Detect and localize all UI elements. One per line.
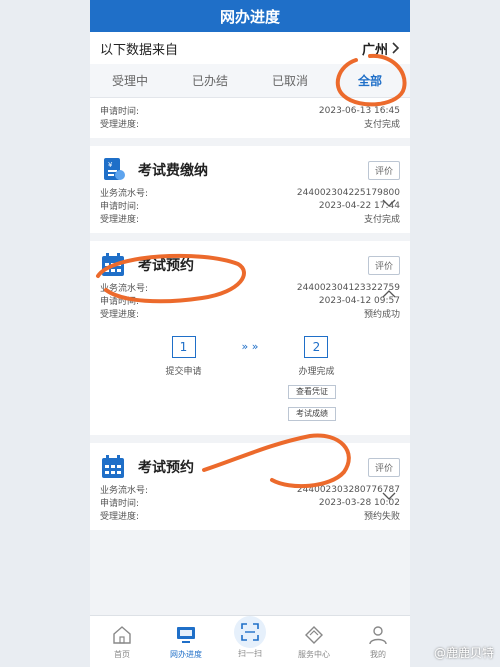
chevron-down-icon[interactable] [382, 198, 396, 208]
serial-row: 业务流水号: 244002304225179800 [100, 186, 400, 200]
rate-button[interactable]: 评价 [367, 255, 400, 275]
progress-row: 受理进度: 支付完成 [100, 212, 400, 225]
card-title: 考试预约 [138, 258, 194, 274]
row-key: 受理进度: [100, 120, 140, 130]
row-key: 业务流水号: [100, 284, 149, 294]
calendar-icon [102, 253, 124, 276]
data-source-bar[interactable]: 以下数据来自 广州 [90, 32, 410, 64]
step-submit: 1 提交申请 [166, 336, 202, 377]
progress-row: 受理进度: 预约失败 [100, 509, 400, 522]
step-done: 2 办理完成 [298, 336, 335, 377]
app-screen: 网办进度 以下数据来自 广州 受理中 已办结 已取消 全部 申请时间: 2023… [90, 0, 410, 667]
chevron-down-icon[interactable] [382, 491, 396, 501]
card-title: 考试预约 [138, 460, 194, 476]
apply-time-row: 申请时间: 2023-06-13 16:45 [100, 104, 400, 118]
row-key: 申请时间: [100, 297, 140, 307]
tab-all[interactable]: 全部 [330, 72, 410, 89]
city-selector[interactable]: 广州 [362, 39, 400, 58]
view-certificate-button[interactable]: 查看凭证 [288, 385, 336, 399]
chevron-up-icon[interactable] [382, 289, 396, 299]
row-value: 支付完成 [363, 120, 400, 130]
nav-label: 首页 [114, 649, 130, 659]
user-icon [369, 625, 387, 644]
row-key: 受理进度: [100, 215, 140, 225]
nav-label: 我的 [370, 649, 386, 659]
nav-mine[interactable]: 我的 [346, 624, 410, 660]
record-card-fee[interactable]: ¥ 考试费缴纳 评价 业务流水号: 244002304225179800 申请时… [90, 146, 410, 233]
apply-time-row: 申请时间: 2023-04-22 17:44 [100, 199, 400, 213]
monitor-icon [177, 626, 195, 643]
row-value: 预约失败 [363, 512, 400, 522]
step-number: 2 [304, 336, 329, 358]
tab-cancelled[interactable]: 已取消 [250, 72, 330, 89]
row-value: 244002304225179800 [296, 187, 400, 198]
serial-row: 业务流水号: 244002303280776787 [100, 483, 400, 497]
step-label: 办理完成 [298, 367, 335, 377]
row-value: 预约成功 [363, 310, 400, 320]
nav-service[interactable]: 服务中心 [282, 624, 346, 660]
page-title: 网办进度 [219, 7, 280, 26]
step-number: 1 [171, 336, 196, 358]
row-key: 受理进度: [100, 512, 140, 522]
nav-label: 扫一扫 [238, 649, 262, 658]
row-key: 申请时间: [100, 107, 140, 117]
row-value: 支付完成 [363, 215, 400, 225]
calendar-icon [102, 455, 124, 478]
apply-time-row: 申请时间: 2023-04-12 09:57 [100, 294, 400, 308]
city-name: 广州 [361, 42, 388, 58]
card-title: 考试费缴纳 [138, 163, 208, 179]
apply-time-row: 申请时间: 2023-03-28 10:02 [100, 496, 400, 510]
row-key: 受理进度: [100, 310, 140, 320]
step-label: 提交申请 [165, 367, 202, 377]
nav-label: 服务中心 [298, 649, 330, 659]
tab-completed[interactable]: 已办结 [170, 72, 250, 89]
progress-row: 受理进度: 支付完成 [100, 117, 400, 130]
bottom-nav: 首页 网办进度 扫一扫 服务中心 我的 [90, 615, 410, 667]
service-icon [305, 625, 323, 644]
top-bar: 网办进度 [90, 0, 410, 32]
rate-button[interactable]: 评价 [367, 457, 400, 477]
tab-processing[interactable]: 受理中 [90, 72, 170, 89]
rate-button[interactable]: 评价 [367, 160, 400, 180]
svg-text:¥: ¥ [108, 161, 113, 169]
nav-label: 网办进度 [170, 649, 202, 659]
record-card-partial[interactable]: 申请时间: 2023-06-13 16:45 受理进度: 支付完成 [90, 98, 410, 138]
record-card-booking[interactable]: 考试预约 评价 业务流水号: 244002303280776787 申请时间: … [90, 443, 410, 530]
nav-home[interactable]: 首页 [90, 624, 154, 660]
row-key: 业务流水号: [100, 189, 149, 199]
watermark: @鹿鹿贝特 [433, 646, 494, 660]
status-tabs: 受理中 已办结 已取消 全部 [90, 64, 410, 98]
row-value: 2023-06-13 16:45 [318, 105, 400, 116]
exam-score-button[interactable]: 考试成绩 [288, 407, 336, 421]
record-card-booking-expanded[interactable]: 考试预约 评价 业务流水号: 244002304123322759 申请时间: … [90, 241, 410, 435]
row-key: 申请时间: [100, 499, 140, 509]
row-key: 业务流水号: [100, 486, 149, 496]
row-key: 申请时间: [100, 202, 140, 212]
scan-icon [234, 616, 266, 648]
payment-icon: ¥ [104, 158, 125, 180]
progress-steps: 1 提交申请 » » 2 办理完成 [100, 336, 400, 377]
chevron-right-icon [392, 42, 400, 54]
serial-row: 业务流水号: 244002304123322759 [100, 281, 400, 295]
nav-scan[interactable]: 扫一扫 [218, 616, 282, 659]
nav-progress[interactable]: 网办进度 [154, 624, 218, 660]
step-arrows: » » [241, 340, 259, 353]
data-source-label: 以下数据来自 [100, 42, 179, 58]
progress-row: 受理进度: 预约成功 [100, 307, 400, 320]
home-icon [113, 625, 131, 644]
